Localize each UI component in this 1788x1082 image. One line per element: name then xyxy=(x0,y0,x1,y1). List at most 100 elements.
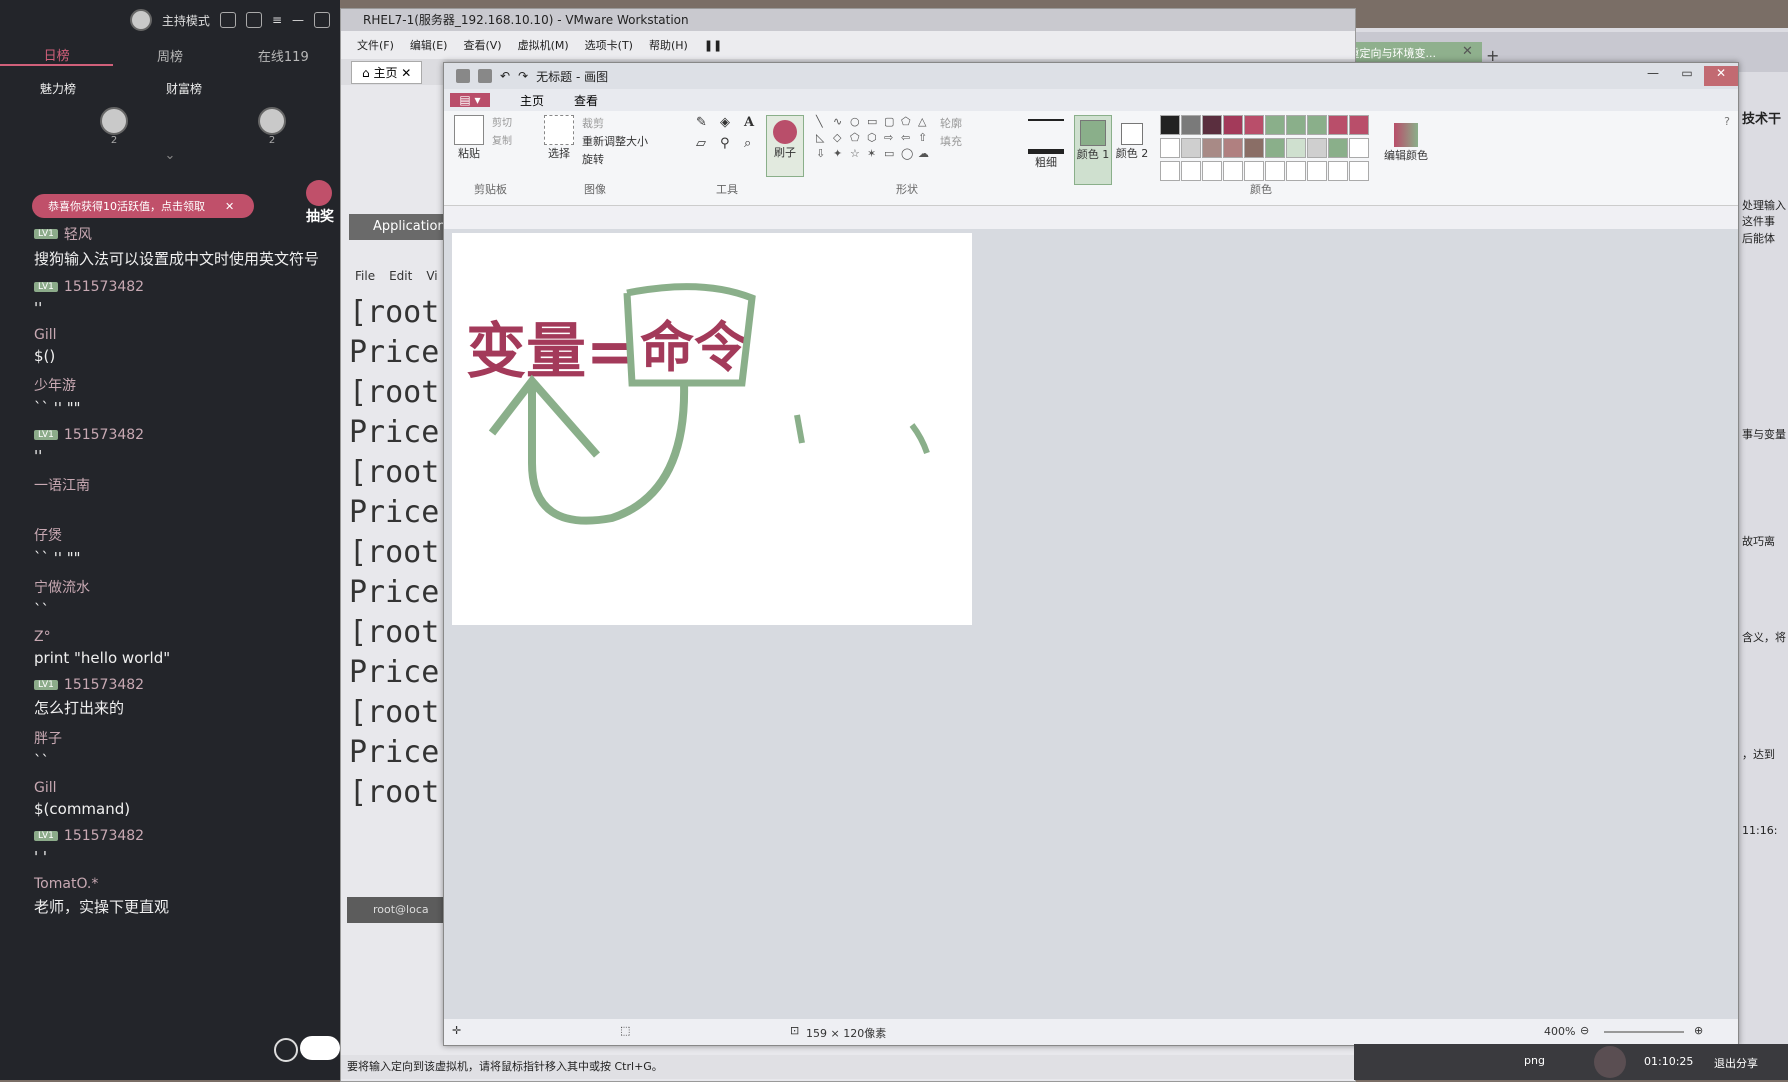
chat-user[interactable]: Gill xyxy=(34,780,57,796)
color-swatch[interactable] xyxy=(1223,138,1243,158)
brush-button[interactable]: 刷子 xyxy=(766,115,804,177)
chat-user[interactable]: 151573482 xyxy=(64,427,144,443)
activity-notice[interactable]: 恭喜你获得10活跃值，点击领取 ✕ xyxy=(32,194,254,218)
color-swatch[interactable] xyxy=(1286,115,1306,135)
color-swatch[interactable] xyxy=(1160,161,1180,181)
file-menu-button[interactable]: ▤ ▾ xyxy=(450,93,490,107)
color1-button[interactable]: 颜色 1 xyxy=(1074,115,1112,185)
color-swatch[interactable] xyxy=(1181,138,1201,158)
chat-user[interactable]: 轻风 xyxy=(64,224,92,244)
color-swatch[interactable] xyxy=(1349,161,1369,181)
tab-view[interactable]: 查看 xyxy=(574,92,598,109)
chevron-down-icon[interactable]: ⌄ xyxy=(0,148,340,163)
popout-icon[interactable] xyxy=(245,12,262,28)
color-swatch[interactable] xyxy=(1160,115,1180,135)
menu-edit[interactable]: 编辑(E) xyxy=(410,37,448,53)
text-icon[interactable]: A xyxy=(744,115,762,130)
drawing-canvas[interactable]: 变量= 命令 xyxy=(452,233,972,625)
color-swatch[interactable] xyxy=(1160,138,1180,158)
chat-user[interactable]: Gill xyxy=(34,327,57,343)
emoji-icon[interactable] xyxy=(274,1038,298,1062)
select-label[interactable]: 选择 xyxy=(544,145,574,161)
chat-user[interactable]: 151573482 xyxy=(64,279,144,295)
close-button[interactable]: ✕ xyxy=(1704,66,1738,86)
color-swatch[interactable] xyxy=(1265,115,1285,135)
chat-user[interactable]: 一语江南 xyxy=(34,475,90,495)
resize-button[interactable]: 重新调整大小 xyxy=(582,133,648,151)
tab-online[interactable]: 在线119 xyxy=(227,46,340,65)
size-button[interactable]: 粗细 xyxy=(1028,115,1064,170)
color-swatch[interactable] xyxy=(1223,161,1243,181)
minimize-button[interactable]: — xyxy=(1636,66,1670,86)
save-icon[interactable] xyxy=(478,69,492,83)
tab-home[interactable]: ⌂ 主页 ✕ xyxy=(351,60,423,84)
select-icon[interactable] xyxy=(544,115,574,145)
menu-vm[interactable]: 虚拟机(M) xyxy=(518,37,569,53)
cut-button[interactable]: 剪切 xyxy=(492,115,512,133)
wealth-rank[interactable]: 财富榜 xyxy=(166,80,202,97)
pencil-icon[interactable]: ✎ xyxy=(696,115,714,130)
terminal-output[interactable]: [root Price [root Price [root Price [roo… xyxy=(349,293,449,813)
menu-file[interactable]: 文件(F) xyxy=(357,37,394,53)
color-swatch[interactable] xyxy=(1202,115,1222,135)
zoom-out-icon[interactable]: ⊖ xyxy=(1580,1024,1589,1037)
chat-user[interactable]: Z° xyxy=(34,629,51,645)
paste-label[interactable]: 粘贴 xyxy=(454,145,484,161)
zoom-slider[interactable] xyxy=(1604,1031,1684,1033)
chat-user[interactable]: 少年游 xyxy=(34,375,76,395)
color-swatch[interactable] xyxy=(1244,115,1264,135)
chat-user[interactable]: 胖子 xyxy=(34,728,62,748)
maximize-button[interactable]: ▭ xyxy=(1670,66,1704,86)
host-mode-label[interactable]: 主持模式 xyxy=(162,12,210,29)
color-swatch[interactable] xyxy=(1307,138,1327,158)
menu-tabs[interactable]: 选项卡(T) xyxy=(585,37,633,53)
help-icon[interactable]: ? xyxy=(1724,115,1730,128)
color-palette[interactable] xyxy=(1160,115,1390,181)
color-swatch[interactable] xyxy=(1265,161,1285,181)
color-swatch[interactable] xyxy=(1181,161,1201,181)
color-swatch[interactable] xyxy=(1202,138,1222,158)
shape-gallery[interactable]: ╲ ∿ ○ ▭ ▢ ⬠ △ ◺ ◇ ⬠ ⬡ ⇨ ⇦ ⇧ ⇩ ✦ ☆ ✶ ▭ ◯ ☁ xyxy=(816,115,932,160)
avatar[interactable] xyxy=(258,107,286,135)
color2-button[interactable]: 颜色 2 xyxy=(1114,115,1150,161)
color-picker-icon[interactable]: ⚲ xyxy=(720,136,738,151)
avatar[interactable] xyxy=(100,107,128,135)
chat-user[interactable]: 宁做流水 xyxy=(34,577,90,597)
color-swatch[interactable] xyxy=(1223,115,1243,135)
menu-icon[interactable]: ≡ xyxy=(272,13,282,27)
fill-button[interactable]: 填充 xyxy=(940,133,962,151)
color-swatch[interactable] xyxy=(1349,138,1369,158)
color-swatch[interactable] xyxy=(1307,161,1327,181)
color-swatch[interactable] xyxy=(1265,138,1285,158)
color-swatch[interactable] xyxy=(1244,161,1264,181)
minimize-icon[interactable]: — xyxy=(292,13,304,27)
pause-icon[interactable]: ❚❚ xyxy=(704,39,722,52)
chat-user[interactable]: 151573482 xyxy=(64,828,144,844)
rotate-button[interactable]: 旋转 xyxy=(582,151,648,169)
chat-user[interactable]: TomatO.* xyxy=(34,876,98,892)
color-swatch[interactable] xyxy=(1328,138,1348,158)
paste-icon[interactable] xyxy=(454,115,484,145)
color-swatch[interactable] xyxy=(1307,115,1327,135)
settings-icon[interactable] xyxy=(219,12,236,28)
maximize-icon[interactable] xyxy=(314,12,330,28)
lottery-button[interactable]: 抽奖 xyxy=(306,180,342,230)
tab-weekly[interactable]: 周榜 xyxy=(113,46,226,65)
copy-button[interactable]: 复制 xyxy=(492,133,512,151)
color-swatch[interactable] xyxy=(1286,138,1306,158)
chat-user[interactable]: 151573482 xyxy=(64,677,144,693)
edit-colors-button[interactable]: 编辑颜色 xyxy=(1376,115,1436,163)
chat-user[interactable]: 仔煲 xyxy=(34,525,62,545)
fill-icon[interactable]: ◈ xyxy=(720,115,738,130)
color-swatch[interactable] xyxy=(1328,115,1348,135)
crop-button[interactable]: 裁剪 xyxy=(582,115,648,133)
chat-input[interactable] xyxy=(300,1036,340,1060)
charm-rank[interactable]: 魅力榜 xyxy=(40,80,76,97)
menu-view[interactable]: 查看(V) xyxy=(463,37,501,53)
guest-menu-edit[interactable]: Edit xyxy=(389,269,412,283)
color-swatch[interactable] xyxy=(1349,115,1369,135)
outline-button[interactable]: 轮廓 xyxy=(940,115,962,133)
undo-icon[interactable]: ↶ xyxy=(500,69,510,83)
guest-menu-view[interactable]: Vi xyxy=(426,269,437,283)
exit-share-button[interactable]: 退出分享 xyxy=(1714,1055,1758,1071)
